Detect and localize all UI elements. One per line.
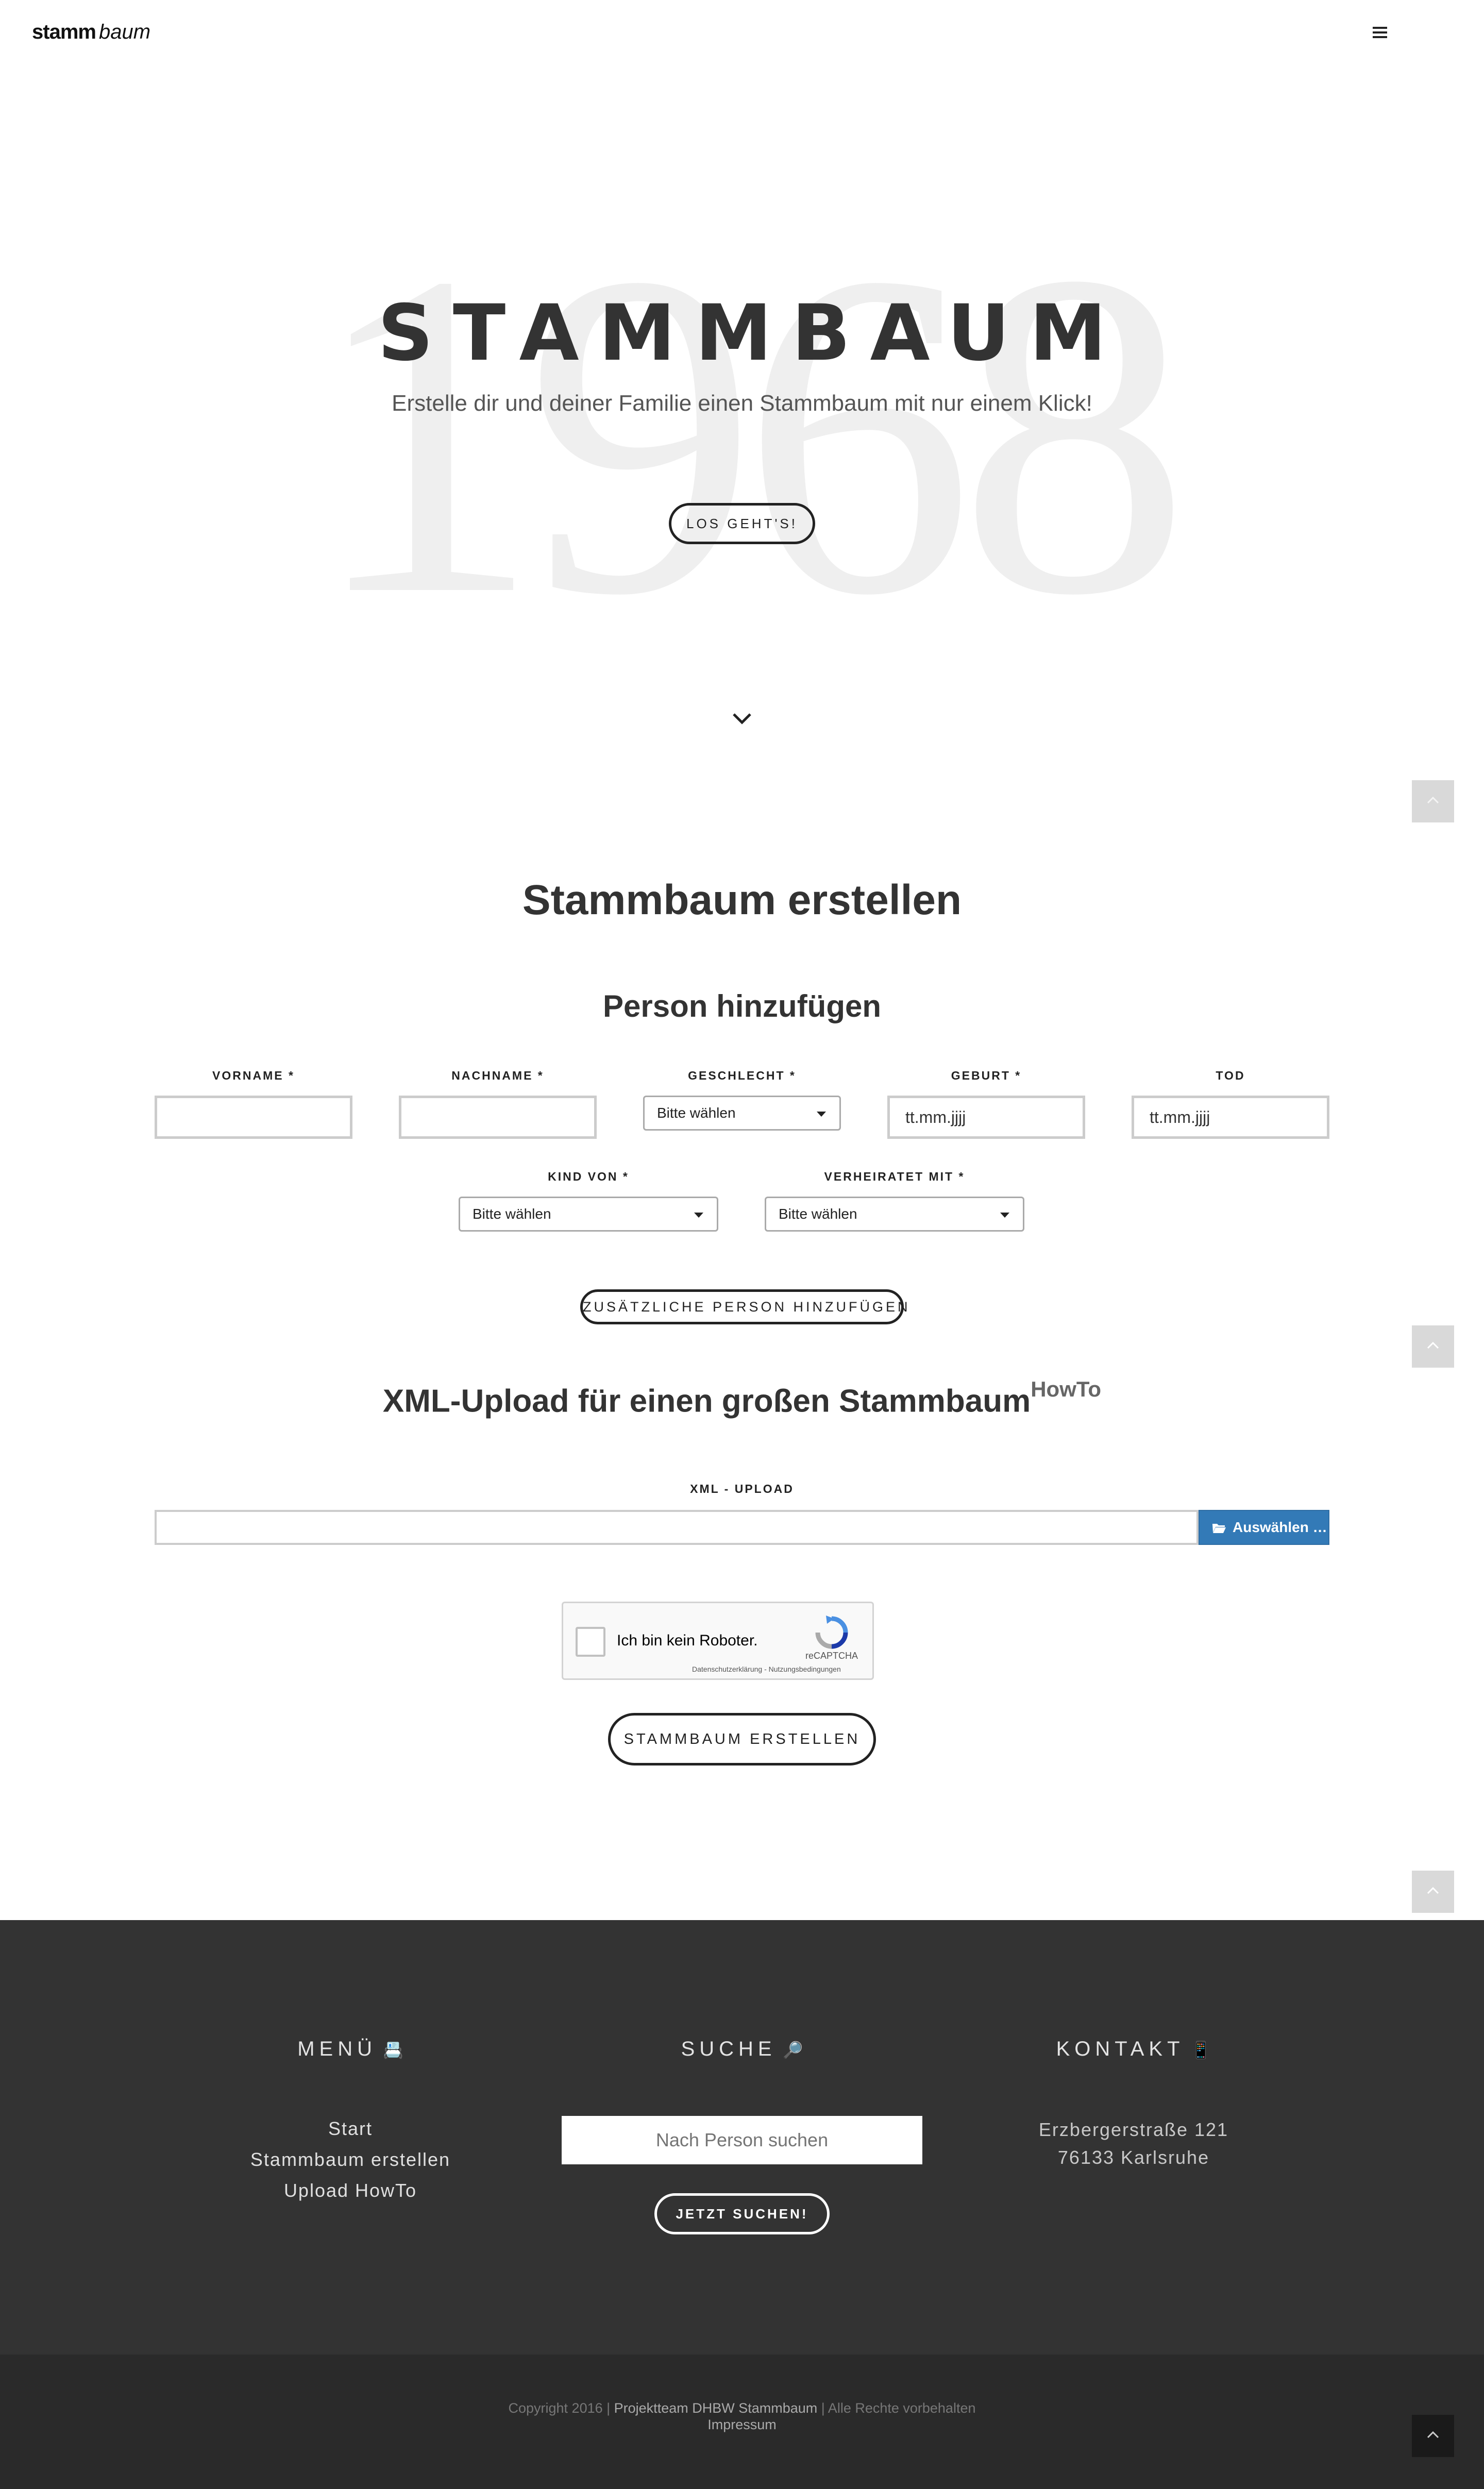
- footer-contact-heading: KONTAKT 📱: [979, 2038, 1288, 2061]
- gender-select-value: Bitte wählen: [657, 1105, 736, 1121]
- firstname-label: VORNAME *: [212, 1069, 295, 1082]
- xml-upload-heading: XML-Upload für einen großen StammbaumHow…: [0, 1377, 1484, 1420]
- hero-subtitle: Erstelle dir und deiner Familie einen St…: [392, 391, 1092, 416]
- site-logo[interactable]: stamm baum: [32, 21, 150, 44]
- scroll-top-button[interactable]: [1412, 1871, 1454, 1913]
- birth-date-input[interactable]: tt.mm.jjjj: [887, 1096, 1085, 1139]
- create-tree-button[interactable]: STAMMBAUM ERSTELLEN: [608, 1713, 876, 1765]
- birth-label: GEBURT *: [951, 1069, 1022, 1082]
- contact-heading-text: KONTAKT: [1056, 2038, 1185, 2060]
- copyright-suffix: | Alle Rechte vorbehalten: [821, 2400, 976, 2416]
- impressum-link[interactable]: Impressum: [0, 2417, 1484, 2433]
- recaptcha-logo-icon: [815, 1616, 848, 1649]
- married-to-select-value: Bitte wählen: [779, 1206, 857, 1222]
- menu-heading-text: MENÜ: [297, 2038, 377, 2060]
- chevron-up-icon: [1427, 2431, 1439, 2438]
- lastname-input[interactable]: [399, 1096, 597, 1139]
- caret-down-icon: [817, 1112, 826, 1117]
- gender-select[interactable]: Bitte wählen: [643, 1096, 841, 1131]
- search-icon: 🔎: [782, 2041, 803, 2059]
- footer-link-howto[interactable]: Upload HowTo: [196, 2180, 505, 2201]
- recaptcha-widget: Ich bin kein Roboter. reCAPTCHA Datensch…: [562, 1602, 874, 1680]
- footer-search-heading: SUCHE 🔎: [587, 2038, 897, 2061]
- recaptcha-text: Ich bin kein Roboter.: [617, 1632, 758, 1649]
- logo-italic-text: baum: [98, 21, 151, 43]
- logo-bold-text: stamm: [32, 21, 96, 43]
- hamburger-menu-icon[interactable]: [1373, 27, 1387, 38]
- file-choose-button[interactable]: Auswählen …: [1199, 1510, 1329, 1545]
- child-of-label: KIND VON *: [548, 1170, 629, 1183]
- howto-link[interactable]: HowTo: [1031, 1377, 1101, 1401]
- birth-date-placeholder: tt.mm.jjjj: [905, 1108, 966, 1126]
- footer-link-start[interactable]: Start: [196, 2118, 505, 2140]
- child-of-select-value: Bitte wählen: [473, 1206, 551, 1222]
- card-index-icon: 📇: [382, 2041, 403, 2059]
- copyright-prefix: Copyright 2016 |: [508, 2400, 611, 2416]
- add-person-button[interactable]: ZUSÄTZLICHE PERSON HINZUFÜGEN: [580, 1289, 908, 1324]
- file-choose-label: Auswählen …: [1233, 1519, 1327, 1535]
- xml-heading-text: XML-Upload für einen großen Stammbaum: [382, 1383, 1031, 1419]
- footer-link-create[interactable]: Stammbaum erstellen: [196, 2149, 505, 2171]
- address-street: Erzbergerstraße 121: [1038, 2119, 1229, 2140]
- recaptcha-footer[interactable]: Datenschutzerklärung - Nutzungsbedingung…: [692, 1665, 841, 1673]
- recaptcha-checkbox[interactable]: [576, 1627, 605, 1657]
- caret-down-icon: [1000, 1213, 1009, 1218]
- chevron-up-icon: [1427, 1341, 1439, 1349]
- add-person-heading: Person hinzufügen: [603, 989, 881, 1023]
- death-date-input[interactable]: tt.mm.jjjj: [1132, 1096, 1329, 1139]
- hero-title: STAMMBAUM: [377, 289, 1126, 378]
- lets-go-button[interactable]: LOS GEHT'S!: [669, 503, 815, 544]
- person-search-input[interactable]: [562, 2116, 922, 2164]
- scroll-top-button[interactable]: [1412, 1325, 1454, 1368]
- chevron-up-icon: [1427, 796, 1439, 804]
- child-of-select[interactable]: Bitte wählen: [459, 1197, 718, 1232]
- search-heading-text: SUCHE: [681, 2038, 777, 2060]
- address-city: 76133 Karlsruhe: [1057, 2147, 1210, 2168]
- copyright-line: Copyright 2016 | Projektteam DHBW Stammb…: [0, 2400, 1484, 2416]
- create-tree-heading: Stammbaum erstellen: [522, 877, 962, 923]
- married-to-label: VERHEIRATET MIT *: [824, 1170, 965, 1183]
- project-team-link[interactable]: Projektteam DHBW Stammbaum: [614, 2400, 818, 2416]
- married-to-select[interactable]: Bitte wählen: [765, 1197, 1024, 1232]
- caret-down-icon: [694, 1213, 703, 1218]
- xml-file-field[interactable]: [155, 1510, 1199, 1545]
- recaptcha-brand: reCAPTCHA: [805, 1651, 858, 1661]
- chevron-down-icon[interactable]: [732, 711, 752, 727]
- mobile-phone-icon: 📱: [1190, 2041, 1211, 2059]
- gender-label: GESCHLECHT *: [688, 1069, 796, 1082]
- hero-background-year: 1968: [309, 177, 1190, 691]
- footer-menu-heading: MENÜ 📇: [196, 2038, 505, 2061]
- death-label: TOD: [1216, 1069, 1245, 1082]
- folder-open-icon: [1212, 1524, 1226, 1533]
- chevron-up-icon: [1427, 1887, 1439, 1894]
- death-date-placeholder: tt.mm.jjjj: [1150, 1108, 1210, 1126]
- lastname-label: NACHNAME *: [451, 1069, 544, 1082]
- xml-upload-label: XML - UPLOAD: [690, 1482, 794, 1495]
- scroll-top-button[interactable]: [1412, 2415, 1454, 2457]
- search-now-button[interactable]: JETZT SUCHEN!: [654, 2193, 830, 2234]
- scroll-top-button[interactable]: [1412, 780, 1454, 822]
- firstname-input[interactable]: [155, 1096, 352, 1139]
